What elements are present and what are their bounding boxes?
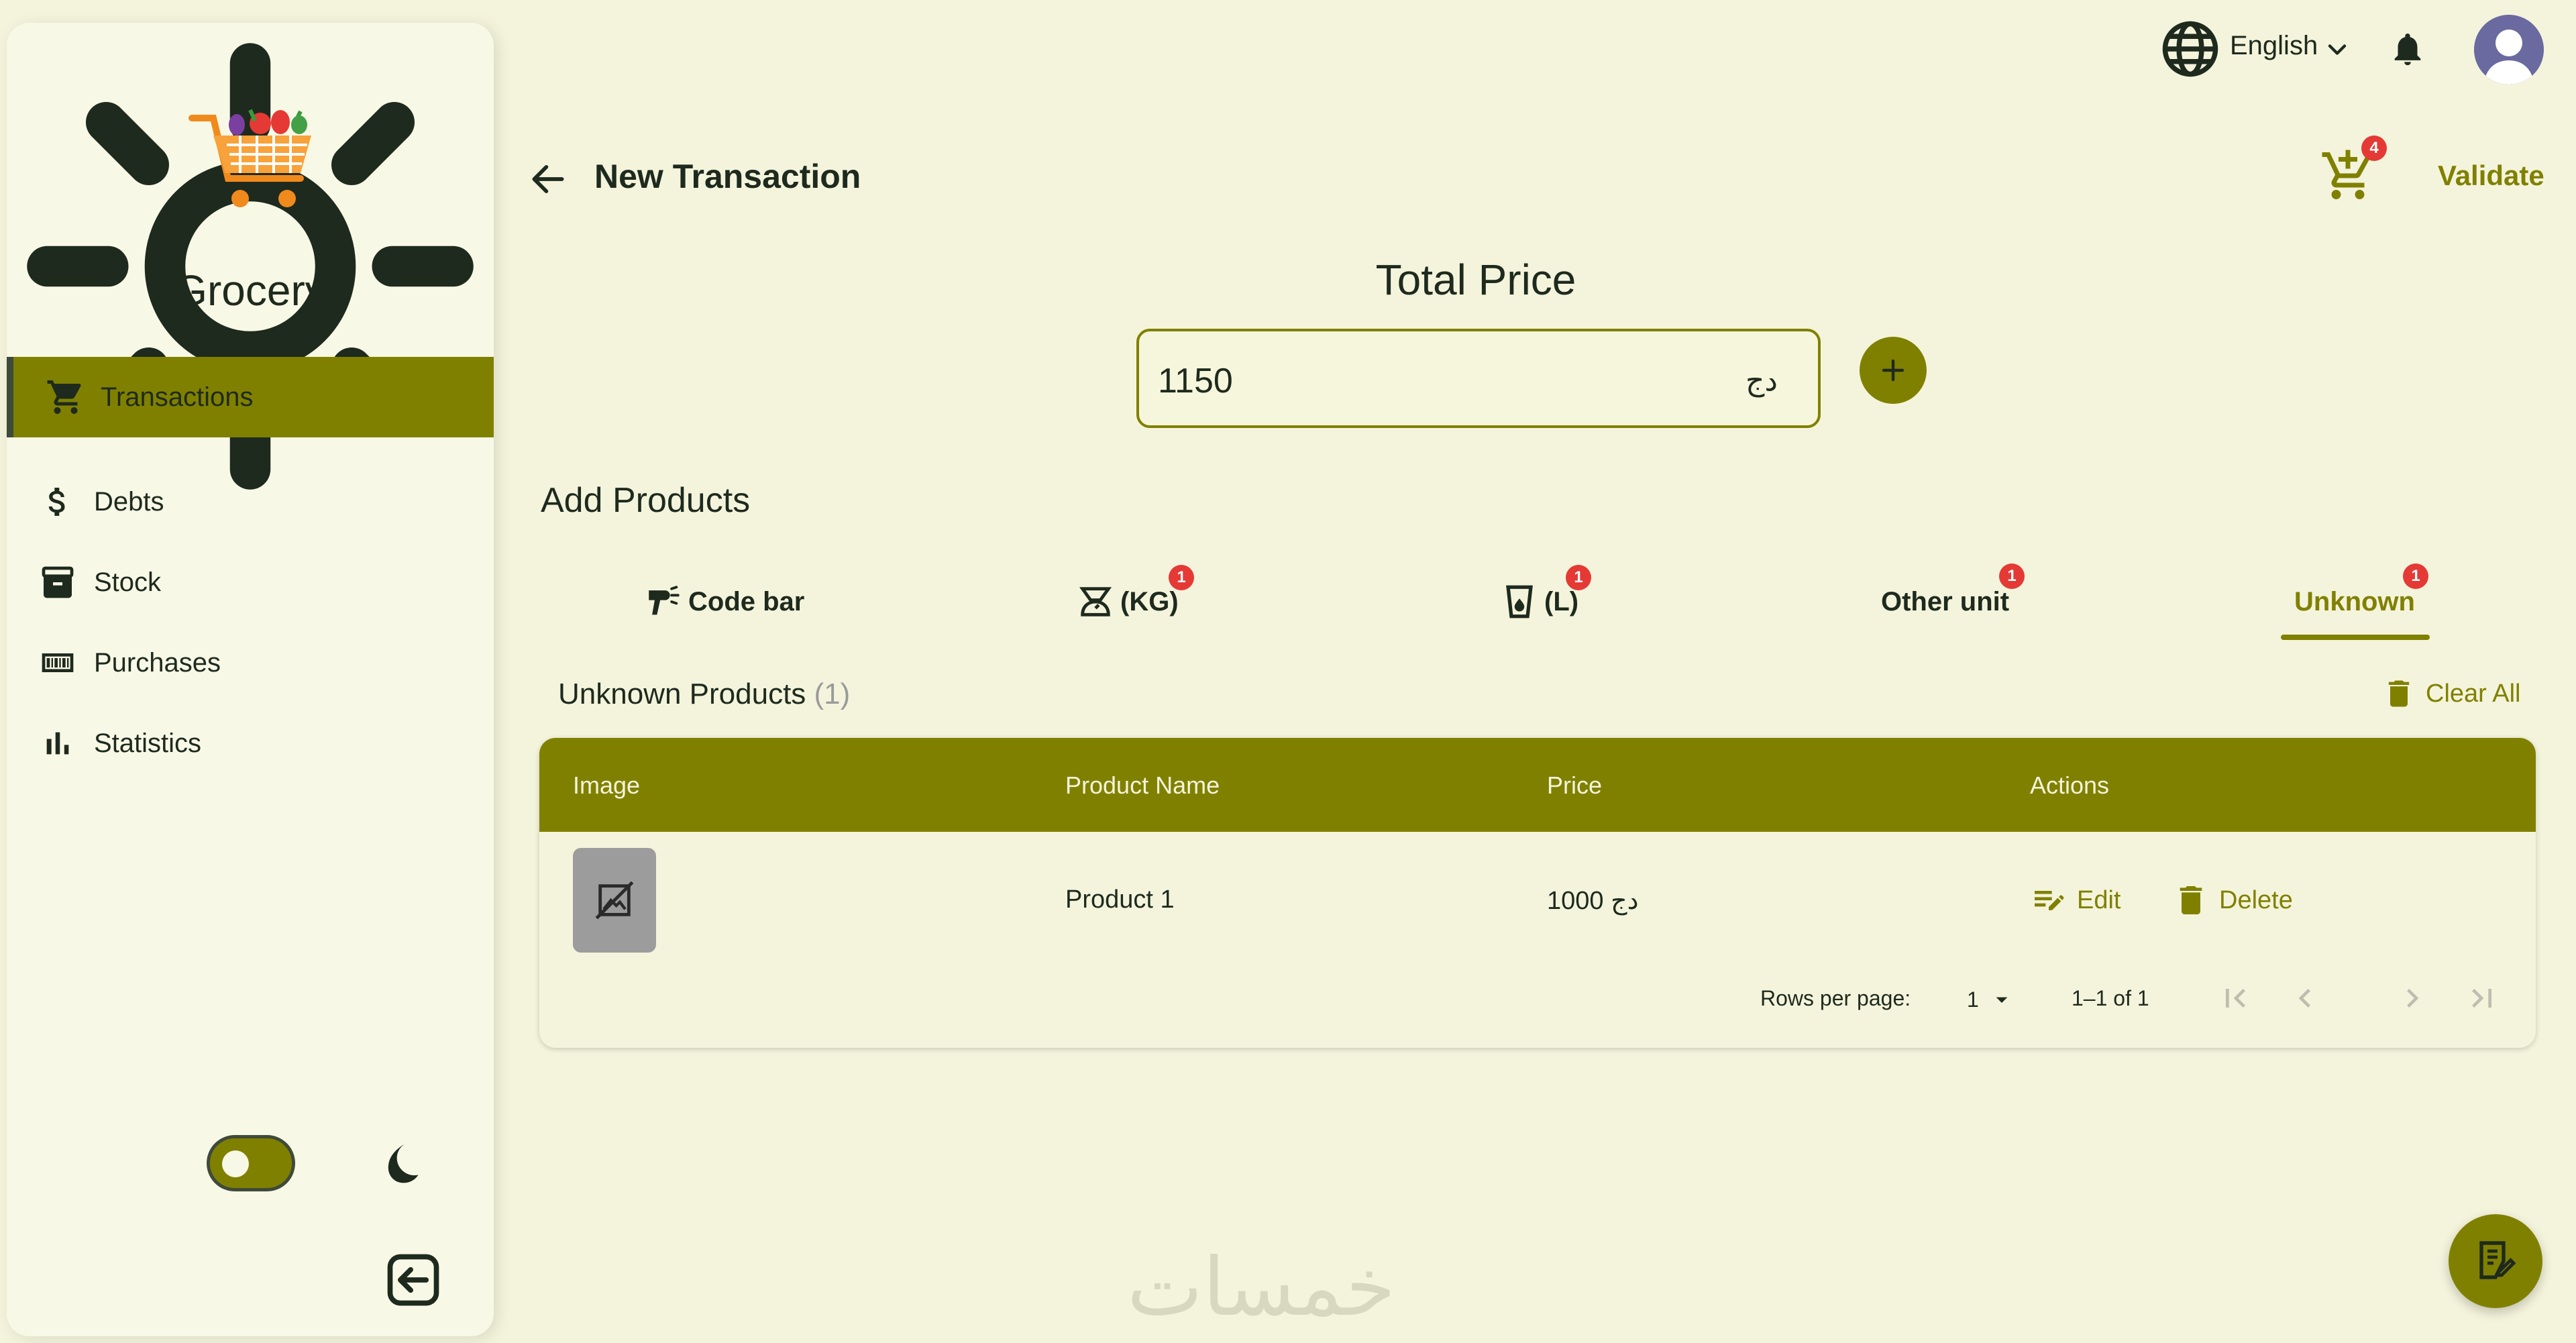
sidebar-item-stock[interactable]: Stock — [7, 542, 494, 623]
section-count: (1) — [814, 678, 851, 710]
edit-button[interactable]: Edit — [2030, 881, 2121, 919]
clear-all-label: Clear All — [2426, 679, 2521, 708]
tab-badge: 1 — [1566, 565, 1591, 590]
theme-toggle[interactable] — [207, 1135, 295, 1191]
archive-icon — [36, 561, 79, 604]
tab-label: (KG) — [1120, 586, 1179, 616]
delete-label: Delete — [2219, 885, 2293, 914]
avatar[interactable] — [2474, 15, 2544, 85]
moon-icon[interactable] — [382, 1136, 439, 1193]
rows-per-page-select[interactable]: 1 — [1967, 986, 2015, 1013]
language-selector[interactable]: English — [2230, 31, 2318, 61]
rows-per-page-value: 1 — [1967, 987, 1979, 1012]
sidebar-item-label: Purchases — [94, 647, 221, 678]
column-header-image: Image — [573, 771, 641, 799]
tab-label: Code bar — [688, 586, 805, 616]
sidebar: Grocery Transactions Debts Stock Purchas… — [7, 23, 494, 1336]
tab-badge: 1 — [1169, 565, 1194, 590]
sidebar-item-purchases[interactable]: Purchases — [7, 623, 494, 703]
rows-per-page-label: Rows per page: — [1760, 986, 1911, 1010]
page-title: New Transaction — [594, 158, 861, 195]
dollar-icon — [36, 480, 79, 523]
trash-icon — [2180, 886, 2202, 914]
last-page-icon[interactable] — [2463, 979, 2501, 1017]
tab-code-bar[interactable]: Code bar — [644, 565, 804, 639]
barcode-scanner-icon — [649, 586, 680, 615]
sidebar-item-transactions[interactable]: Transactions — [7, 357, 494, 437]
sidebar-item-label: Debts — [94, 486, 164, 517]
total-price-value: 1150 — [1158, 362, 1233, 400]
barcode-icon — [36, 641, 79, 684]
note-edit-icon — [2479, 1241, 2516, 1279]
section-title-text: Unknown Products — [558, 678, 806, 710]
add-products-title: Add Products — [541, 481, 751, 520]
tab-badge: 1 — [1999, 563, 2025, 589]
column-header-price: Price — [1547, 771, 1603, 799]
bell-icon[interactable] — [2388, 30, 2427, 68]
no-image-icon — [595, 881, 634, 920]
liquid-cup-icon — [1506, 585, 1533, 619]
unknown-products-title: Unknown Products (1) — [558, 678, 850, 711]
chevron-down-icon[interactable] — [2322, 35, 2352, 64]
product-image-placeholder — [573, 848, 656, 953]
first-page-icon[interactable] — [2216, 979, 2254, 1017]
previous-page-icon[interactable] — [2286, 979, 2324, 1017]
logout-icon[interactable] — [382, 1249, 444, 1311]
tab-label: (L) — [1544, 586, 1579, 616]
edit-icon — [2035, 891, 2064, 910]
plus-icon — [1882, 359, 1904, 382]
currency-label: دج — [1746, 364, 1778, 397]
trash-icon — [2388, 680, 2410, 707]
cart-icon — [44, 376, 87, 419]
product-name-cell: Product 1 — [1065, 885, 1175, 914]
pagination-range: 1–1 of 1 — [2072, 986, 2149, 1010]
grocery-basket-logo — [189, 109, 311, 207]
sidebar-item-debts[interactable]: Debts — [7, 462, 494, 542]
tab-other-unit[interactable]: Other unit — [1881, 565, 2009, 639]
scale-icon — [1079, 587, 1112, 616]
column-header-actions: Actions — [2030, 771, 2110, 799]
next-page-icon[interactable] — [2394, 979, 2431, 1017]
add-price-button[interactable] — [1860, 337, 1927, 404]
cart-count-badge: 4 — [2361, 136, 2387, 161]
sidebar-item-statistics[interactable]: Statistics — [7, 703, 494, 784]
bar-chart-icon — [36, 722, 79, 765]
delete-button[interactable]: Delete — [2172, 881, 2293, 919]
tab-label: Other unit — [1881, 586, 2010, 616]
clear-all-button[interactable]: Clear All — [2381, 676, 2521, 711]
sidebar-item-label: Stock — [94, 567, 162, 597]
app-name: Grocery — [174, 266, 327, 315]
notes-fab-button[interactable] — [2449, 1214, 2542, 1308]
tab-kg[interactable]: (KG) — [1076, 565, 1179, 639]
tab-badge: 1 — [2403, 563, 2428, 589]
globe-icon[interactable] — [2160, 19, 2220, 79]
tab-label: Unknown — [2294, 586, 2415, 616]
product-price-cell: 1000 دج — [1547, 887, 1639, 915]
column-header-name: Product Name — [1065, 771, 1220, 799]
active-tab-indicator — [2281, 635, 2430, 640]
table-header: Image Product Name Price Actions — [539, 738, 2536, 832]
toggle-knob — [222, 1150, 249, 1177]
edit-label: Edit — [2077, 885, 2121, 914]
total-price-title: Total Price — [1375, 256, 1576, 304]
validate-button[interactable]: Validate — [2438, 160, 2544, 192]
products-table: Image Product Name Price Actions Product… — [539, 738, 2536, 1048]
caret-down-icon — [1996, 997, 2008, 1003]
sidebar-item-label: Transactions — [101, 382, 254, 412]
sidebar-item-label: Statistics — [94, 728, 202, 758]
tab-unknown[interactable]: Unknown — [2294, 565, 2415, 639]
watermark: خمسات — [1127, 1241, 1396, 1334]
total-price-input[interactable]: 1150 دج — [1136, 329, 1821, 428]
back-arrow-icon[interactable] — [527, 158, 569, 200]
